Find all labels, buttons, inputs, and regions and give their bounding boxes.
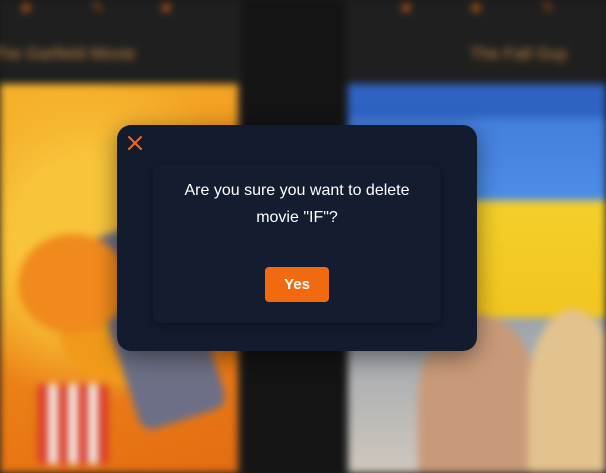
poster-cat: [18, 234, 128, 334]
poster-popcorn: [38, 384, 108, 464]
delete-confirm-dialog: Are you sure you want to delete movie "I…: [117, 125, 477, 351]
poster-band: [348, 84, 606, 118]
right-card-actions: ■ ■ ✎: [402, 0, 556, 22]
left-movie-title: The Garfield Movie: [0, 44, 136, 63]
poster-actress: [528, 309, 606, 473]
right-movie-title: The Fall Guy: [470, 44, 568, 63]
edit-icon: ■: [22, 0, 31, 15]
edit-icon: ■: [402, 0, 411, 15]
close-icon[interactable]: [125, 133, 145, 153]
left-card-actions: ■ ✎ ■: [22, 0, 176, 22]
delete-icon: ■: [162, 0, 171, 15]
confirm-message: Are you sure you want to delete movie "I…: [184, 182, 410, 226]
star-icon: ■: [472, 0, 481, 15]
delete-icon: ✎: [542, 0, 554, 15]
app-stage: ■ ✎ ■ ■ ■ ✎ The Garfield Movie The Fall …: [0, 0, 606, 473]
yes-button[interactable]: Yes: [265, 267, 329, 302]
dialog-body: Are you sure you want to delete movie "I…: [153, 165, 441, 323]
star-icon: ✎: [92, 0, 104, 15]
